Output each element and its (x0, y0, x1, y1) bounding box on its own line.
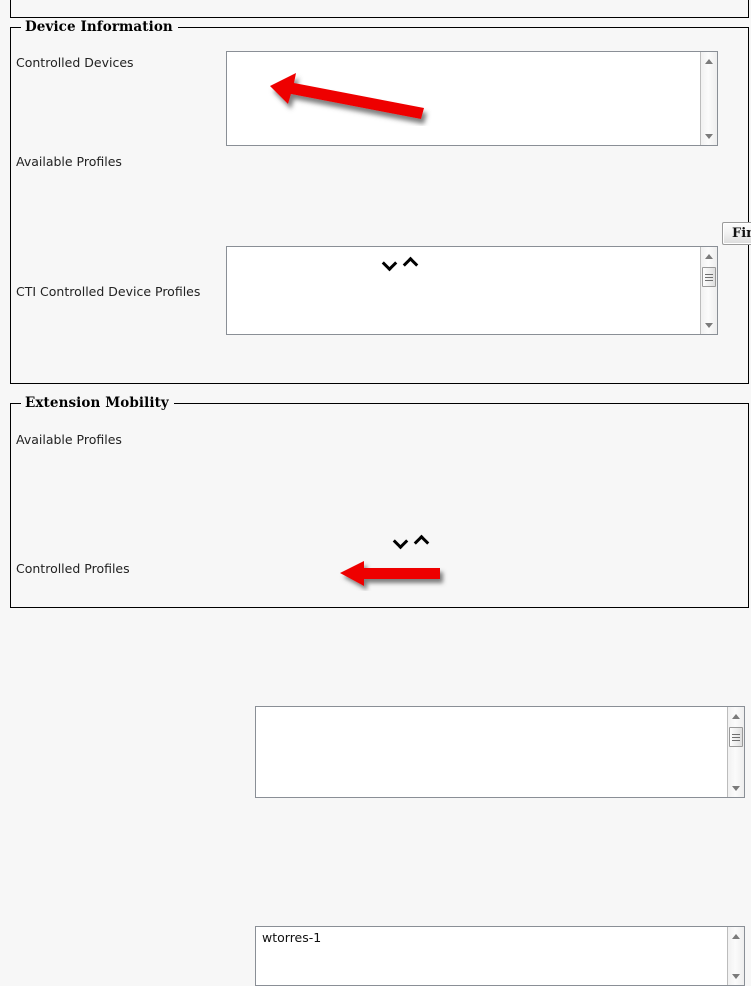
previous-section-bottom-border (10, 0, 749, 18)
listbox-available-profiles-extmobility[interactable] (255, 706, 745, 798)
listbox-available-profiles-device[interactable] (226, 246, 718, 335)
find-button-label: Find (732, 226, 751, 241)
transfer-controls-extension-mobility (394, 534, 429, 546)
label-controlled-devices: Controlled Devices (16, 55, 134, 70)
listbox-controlled-devices-options[interactable] (227, 52, 700, 145)
scroll-down-arrow-icon[interactable] (728, 968, 744, 984)
scrollbar-controlled-devices[interactable] (700, 52, 717, 145)
row-controlled-devices: Controlled Devices (16, 54, 134, 70)
row-controlled-profiles: Controlled Profiles (16, 560, 130, 576)
list-item[interactable]: wtorres-1 (260, 930, 723, 946)
listbox-controlled-devices[interactable] (226, 51, 718, 146)
row-available-profiles-device: Available Profiles (16, 153, 122, 169)
scrollbar-available-profiles-extmobility[interactable] (727, 707, 744, 797)
scrollbar-thumb[interactable] (702, 267, 716, 287)
scroll-up-arrow-icon[interactable] (728, 928, 744, 944)
scrollbar-available-profiles-device[interactable] (700, 247, 717, 334)
label-cti-controlled-device-profiles: CTI Controlled Device Profiles (16, 284, 201, 299)
row-available-profiles-extmobility: Available Profiles (16, 431, 122, 447)
transfer-controls-device-information (383, 256, 418, 268)
listbox-controlled-profiles-options[interactable]: wtorres-1 (256, 927, 727, 985)
scroll-down-arrow-icon[interactable] (701, 317, 717, 333)
scrollbar-thumb[interactable] (729, 727, 743, 747)
find-button[interactable]: Find (722, 222, 751, 245)
chevron-up-icon[interactable] (404, 256, 418, 268)
scroll-down-arrow-icon[interactable] (701, 128, 717, 144)
extension-mobility-legend: Extension Mobility (21, 395, 174, 411)
scrollbar-controlled-profiles[interactable] (727, 927, 744, 985)
listbox-available-profiles-device-options[interactable] (227, 247, 700, 334)
label-controlled-profiles: Controlled Profiles (16, 561, 130, 576)
chevron-down-icon[interactable] (383, 256, 397, 268)
scroll-up-arrow-icon[interactable] (728, 708, 744, 724)
label-available-profiles-device: Available Profiles (16, 154, 122, 169)
device-information-legend: Device Information (21, 19, 178, 35)
chevron-up-icon[interactable] (415, 534, 429, 546)
row-cti-controlled-device-profiles: CTI Controlled Device Profiles (16, 283, 200, 299)
listbox-controlled-profiles[interactable]: wtorres-1 (255, 926, 745, 986)
chevron-down-icon[interactable] (394, 534, 408, 546)
label-available-profiles-extmobility: Available Profiles (16, 432, 122, 447)
scroll-up-arrow-icon[interactable] (701, 53, 717, 69)
scroll-down-arrow-icon[interactable] (728, 780, 744, 796)
listbox-available-profiles-extmobility-options[interactable] (256, 707, 727, 797)
scroll-up-arrow-icon[interactable] (701, 248, 717, 264)
